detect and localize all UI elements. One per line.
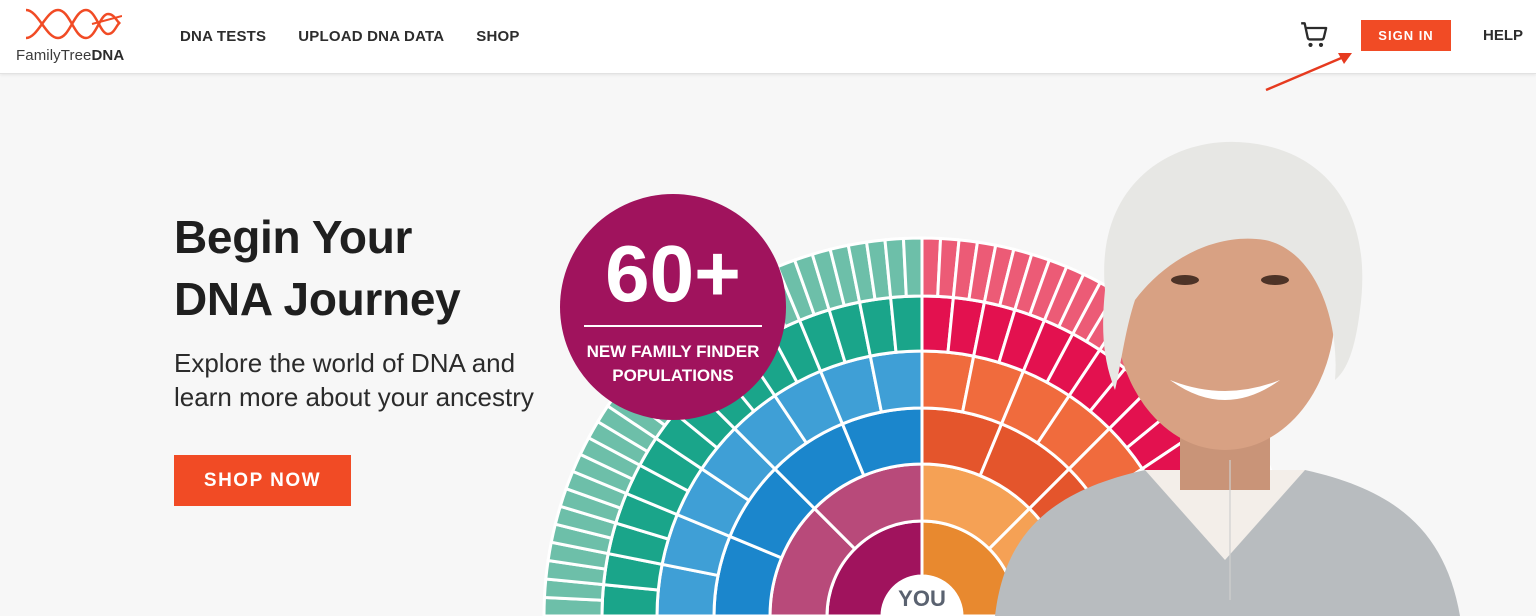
logo-text: FamilyTreeDNA — [16, 47, 124, 64]
badge-text-line-2: POPULATIONS — [612, 366, 734, 385]
fan-segment — [901, 236, 924, 298]
badge-text: NEW FAMILY FINDER POPULATIONS — [560, 340, 786, 388]
help-link[interactable]: HELP — [1483, 27, 1523, 44]
badge-divider — [584, 325, 762, 327]
populations-badge: 60+ NEW FAMILY FINDER POPULATIONS — [560, 194, 786, 420]
smiling-woman-photo — [995, 141, 1460, 616]
shopping-cart-icon[interactable] — [1300, 21, 1328, 49]
nav-shop[interactable]: SHOP — [476, 28, 519, 45]
logo-suffix: DNA — [91, 47, 125, 64]
badge-number: 60+ — [605, 229, 741, 318]
sign-in-button[interactable]: SIGN IN — [1361, 20, 1451, 51]
nav-upload-dna-data[interactable]: UPLOAD DNA DATA — [298, 28, 444, 45]
fan-center-label: YOU — [898, 586, 946, 611]
familytreedna-logo[interactable]: FamilyTreeDNA — [16, 6, 132, 66]
nav-dna-tests[interactable]: DNA TESTS — [180, 28, 266, 45]
annotation-arrow-icon — [1265, 53, 1352, 92]
badge-text-line-1: NEW FAMILY FINDER — [586, 342, 760, 361]
dna-helix-logo-icon — [25, 8, 122, 40]
fan-segment — [888, 294, 924, 354]
main-nav: DNA TESTS UPLOAD DNA DATA SHOP — [180, 0, 520, 73]
logo-prefix: FamilyTree — [16, 47, 92, 64]
